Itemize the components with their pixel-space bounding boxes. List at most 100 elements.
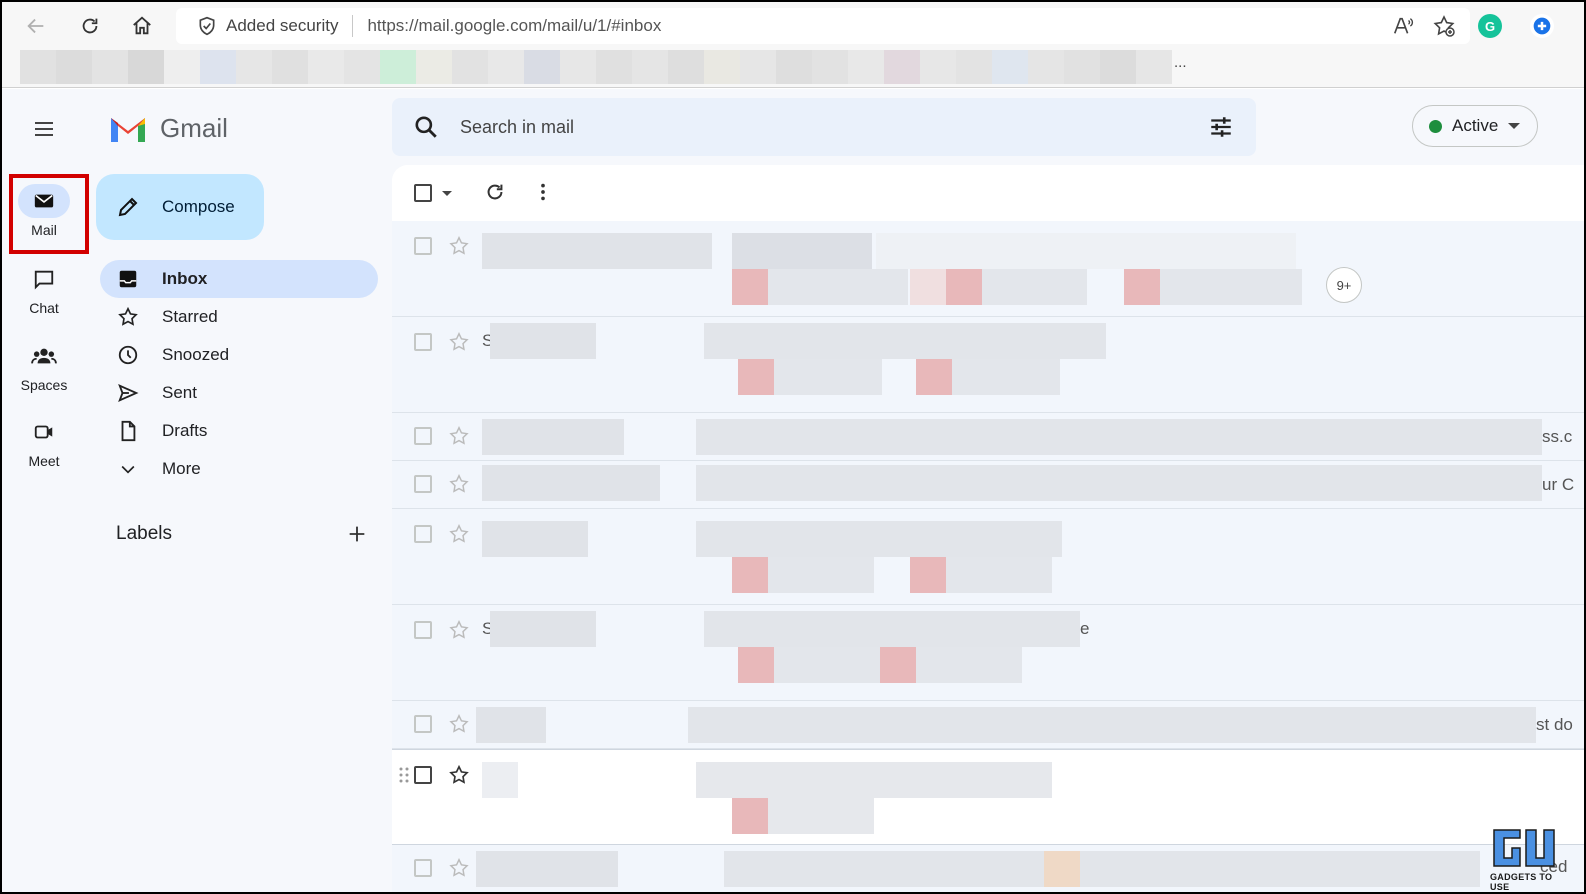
bookmark[interactable] — [812, 50, 848, 84]
compose-button[interactable]: Compose — [96, 174, 264, 240]
extension-puzzle-icon[interactable] — [1530, 14, 1554, 38]
bookmark[interactable] — [236, 50, 272, 84]
bookmark[interactable] — [56, 50, 92, 84]
bookmark[interactable] — [776, 50, 812, 84]
status-selector[interactable]: Active — [1412, 105, 1538, 147]
redacted-subject — [724, 851, 1044, 887]
bookmark[interactable] — [848, 50, 884, 84]
bookmark[interactable] — [956, 50, 992, 84]
gmail-logo[interactable]: Gmail — [108, 113, 228, 144]
folder-more[interactable]: More — [100, 450, 378, 488]
row-checkbox[interactable] — [414, 525, 432, 543]
redacted-attachment — [880, 647, 916, 683]
star-icon[interactable] — [448, 473, 470, 495]
redacted-attachment — [732, 798, 768, 834]
email-row[interactable]: 9+ — [392, 221, 1584, 317]
search-options-icon[interactable] — [1208, 114, 1234, 140]
bookmark[interactable] — [308, 50, 344, 84]
drag-handle-icon[interactable] — [398, 766, 410, 784]
bookmarks-overflow[interactable]: ... — [1174, 54, 1187, 71]
bookmark[interactable] — [1100, 50, 1136, 84]
bookmark[interactable] — [992, 50, 1028, 84]
bookmark[interactable] — [1064, 50, 1100, 84]
bookmark[interactable] — [632, 50, 668, 84]
reload-icon — [82, 18, 98, 34]
back-button[interactable] — [20, 10, 52, 42]
star-icon[interactable] — [448, 235, 470, 257]
row-checkbox[interactable] — [414, 427, 432, 445]
bookmark[interactable] — [704, 50, 740, 84]
row-checkbox[interactable] — [414, 333, 432, 351]
email-row[interactable]: st do — [392, 701, 1584, 749]
bookmark[interactable] — [20, 50, 56, 84]
email-row-hovered[interactable] — [392, 749, 1584, 845]
more-vert-icon[interactable] — [532, 181, 554, 203]
bookmark[interactable] — [92, 50, 128, 84]
email-row[interactable] — [392, 509, 1584, 605]
bookmark[interactable] — [740, 50, 776, 84]
email-row[interactable]: ced — [392, 845, 1584, 892]
bookmark[interactable] — [1028, 50, 1064, 84]
bookmark[interactable] — [200, 50, 236, 84]
folder-inbox[interactable]: Inbox — [100, 260, 378, 298]
address-bar[interactable]: Added security https://mail.google.com/m… — [176, 8, 1470, 44]
bookmark[interactable] — [884, 50, 920, 84]
select-all-checkbox[interactable] — [414, 184, 432, 202]
bookmark[interactable] — [524, 50, 560, 84]
row-checkbox[interactable] — [414, 859, 432, 877]
bookmark[interactable] — [380, 50, 416, 84]
url-text[interactable]: https://mail.google.com/mail/u/1/#inbox — [367, 16, 661, 36]
rail-item-chat[interactable]: Chat — [2, 262, 86, 316]
bookmark[interactable] — [452, 50, 488, 84]
favorite-star-icon[interactable] — [1432, 14, 1456, 38]
folder-starred[interactable]: Starred — [100, 298, 378, 336]
row-checkbox[interactable] — [414, 715, 432, 733]
more-attachments-badge[interactable]: 9+ — [1326, 267, 1362, 303]
redacted-subject-snippet — [688, 707, 1536, 743]
bookmark[interactable] — [128, 50, 164, 84]
rail-item-spaces[interactable]: Spaces — [2, 339, 86, 393]
grammarly-extension-icon[interactable]: G — [1478, 14, 1502, 38]
bookmark[interactable] — [344, 50, 380, 84]
bookmark[interactable] — [272, 50, 308, 84]
read-aloud-icon[interactable] — [1392, 15, 1414, 37]
home-button[interactable] — [126, 10, 158, 42]
bookmark[interactable] — [1136, 50, 1172, 84]
folder-sent[interactable]: Sent — [100, 374, 378, 412]
star-icon[interactable] — [448, 331, 470, 353]
row-checkbox[interactable] — [414, 766, 432, 784]
row-checkbox[interactable] — [414, 621, 432, 639]
email-row[interactable]: S e — [392, 605, 1584, 701]
bookmark[interactable] — [416, 50, 452, 84]
bookmark[interactable] — [560, 50, 596, 84]
main-menu-button[interactable] — [28, 113, 60, 145]
email-row[interactable]: ss.c — [392, 413, 1584, 461]
bookmark[interactable] — [164, 50, 200, 84]
search-input[interactable] — [460, 116, 1160, 138]
star-icon[interactable] — [448, 425, 470, 447]
star-icon[interactable] — [448, 857, 470, 879]
bookmark[interactable] — [488, 50, 524, 84]
folder-label: Starred — [162, 307, 218, 326]
row-checkbox[interactable] — [414, 475, 432, 493]
select-dropdown-icon[interactable] — [442, 191, 452, 196]
star-icon[interactable] — [448, 523, 470, 545]
bookmark[interactable] — [596, 50, 632, 84]
email-row[interactable]: ur C — [392, 461, 1584, 509]
row-checkbox[interactable] — [414, 237, 432, 255]
folder-drafts[interactable]: Drafts — [100, 412, 378, 450]
reload-button[interactable] — [74, 10, 106, 42]
star-icon[interactable] — [448, 619, 470, 641]
star-icon[interactable] — [448, 713, 470, 735]
star-icon[interactable] — [448, 764, 470, 786]
inbox-icon — [116, 267, 140, 291]
refresh-icon[interactable] — [484, 181, 506, 203]
bookmark[interactable] — [668, 50, 704, 84]
folder-snoozed[interactable]: Snoozed — [100, 336, 378, 374]
bookmark[interactable] — [920, 50, 956, 84]
add-label-icon[interactable] — [346, 523, 368, 545]
search-icon[interactable] — [412, 113, 440, 141]
email-row[interactable]: S — [392, 317, 1584, 413]
redacted-sender — [482, 521, 588, 557]
rail-item-meet[interactable]: Meet — [2, 415, 86, 469]
